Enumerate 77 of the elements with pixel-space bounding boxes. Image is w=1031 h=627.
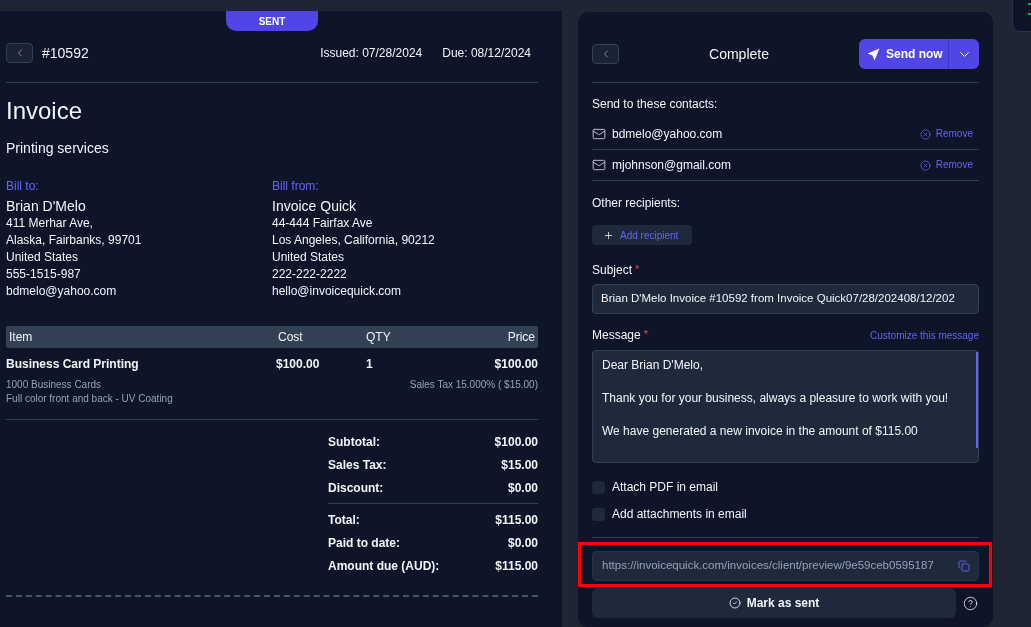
total-label: Sales Tax: — [328, 456, 387, 474]
check-circle-icon — [728, 597, 741, 609]
item-detail: 1000 Business Cards — [6, 378, 103, 392]
remove-icon — [919, 159, 931, 171]
plus-icon — [603, 229, 614, 241]
bill-label: Bill from: — [272, 178, 320, 194]
address-line: hello@invoicequick.com — [272, 283, 402, 300]
column-header: QTY — [365, 329, 392, 346]
total-value: $0.00 — [507, 479, 538, 497]
send-button[interactable]: Send now — [859, 39, 948, 69]
address-line: United States — [6, 249, 80, 266]
table-cell-text: $100.00 — [493, 356, 538, 372]
table-cell-text: 1 — [365, 356, 374, 372]
copy-icon[interactable] — [958, 560, 970, 572]
table-cell-text: Business Card Printing — [6, 356, 140, 372]
address-line: bdmelo@yahoo.com — [6, 283, 118, 300]
total-value: $0.00 — [507, 534, 538, 552]
status-badge: SENT — [226, 11, 318, 31]
total-value: $115.00 — [495, 511, 538, 529]
required-mark: * — [643, 327, 648, 341]
contact-email: mjohnson@gmail.com — [612, 157, 731, 173]
invoice-number: #10592 — [42, 44, 89, 62]
address-line: 44-444 Fairfax Ave — [272, 215, 374, 232]
field-label: Message — [592, 327, 641, 343]
help-icon[interactable] — [963, 595, 978, 611]
back-button[interactable] — [6, 43, 33, 63]
address-line: Los Angeles, California, 90212 — [272, 232, 436, 249]
address-line: 555-1515-987 — [6, 266, 82, 283]
invoice-title: Invoice — [6, 97, 83, 125]
total-value: $100.00 — [494, 433, 538, 451]
send-options-button[interactable] — [948, 39, 979, 69]
total-value: $15.00 — [501, 456, 538, 474]
column-header: Price — [506, 329, 536, 346]
customize-message-link[interactable]: Customize this message — [870, 329, 979, 343]
address-line: Alaska, Fairbanks, 99701 — [6, 232, 143, 249]
tax-note: Sales Tax 15.000% ( $15.00) — [409, 378, 538, 392]
add-recipient-button[interactable]: Add recipient — [592, 225, 692, 245]
contact-email: bdmelo@yahoo.com — [612, 126, 723, 142]
ring-icon — [1028, 3, 1031, 15]
bill-label: Bill to: — [6, 178, 40, 194]
remove-button[interactable]: Remove — [919, 158, 973, 172]
total-label: Paid to date: — [328, 534, 400, 552]
back-button[interactable] — [592, 44, 619, 64]
total-label: Discount: — [328, 479, 384, 497]
invoice-description: Printing services — [6, 139, 109, 157]
checkbox-label: Add attachments in email — [612, 506, 747, 522]
party-name: Invoice Quick — [272, 197, 358, 215]
scrollbar-thumb[interactable] — [976, 352, 978, 448]
issued-date: Issued: 07/28/2024 — [320, 45, 423, 61]
checkbox-label: Attach PDF in email — [612, 479, 719, 495]
total-label: Amount due (AUD): — [328, 557, 440, 575]
table-cell-text: $100.00 — [275, 356, 321, 372]
address-line: 222-222-2222 — [272, 266, 348, 283]
total-value: $115.00 — [495, 557, 538, 575]
subject-field[interactable]: Brian D'Melo Invoice #10592 from Invoice Quick07/28/202408/12/202 — [592, 284, 979, 314]
section-label: Other recipients: — [592, 195, 681, 211]
paper-plane-icon — [867, 47, 880, 61]
section-label: Send to these contacts: — [592, 96, 718, 112]
mark-as-sent-button[interactable]: Mark as sent — [592, 588, 956, 618]
address-line: 411 Merhar Ave, — [6, 215, 94, 232]
panel-title: Complete — [709, 45, 769, 63]
total-label: Subtotal: — [328, 433, 380, 451]
item-detail: Full color front and back - UV Coating — [6, 392, 173, 406]
address-line: United States — [272, 249, 346, 266]
field-label: Subject — [592, 262, 633, 278]
column-header: Cost — [277, 329, 304, 346]
mail-icon — [592, 158, 606, 172]
remove-icon — [919, 128, 931, 140]
mail-icon — [592, 127, 606, 141]
link-field[interactable]: https://invoicequick.com/invoices/client/preview/9e59ceb0595187 — [592, 551, 979, 581]
column-header: Item — [8, 329, 34, 346]
message-field[interactable]: Dear Brian D'Melo, Thank you for your business, always a pleasure to work with you! We have generated a new invoice in the amount of $115.00 — [592, 350, 979, 463]
due-date: Due: 08/12/2024 — [442, 45, 531, 61]
party-name: Brian D'Melo — [6, 197, 87, 215]
total-label: Total: — [328, 511, 360, 529]
remove-button[interactable]: Remove — [919, 127, 973, 141]
required-mark: * — [635, 262, 640, 276]
